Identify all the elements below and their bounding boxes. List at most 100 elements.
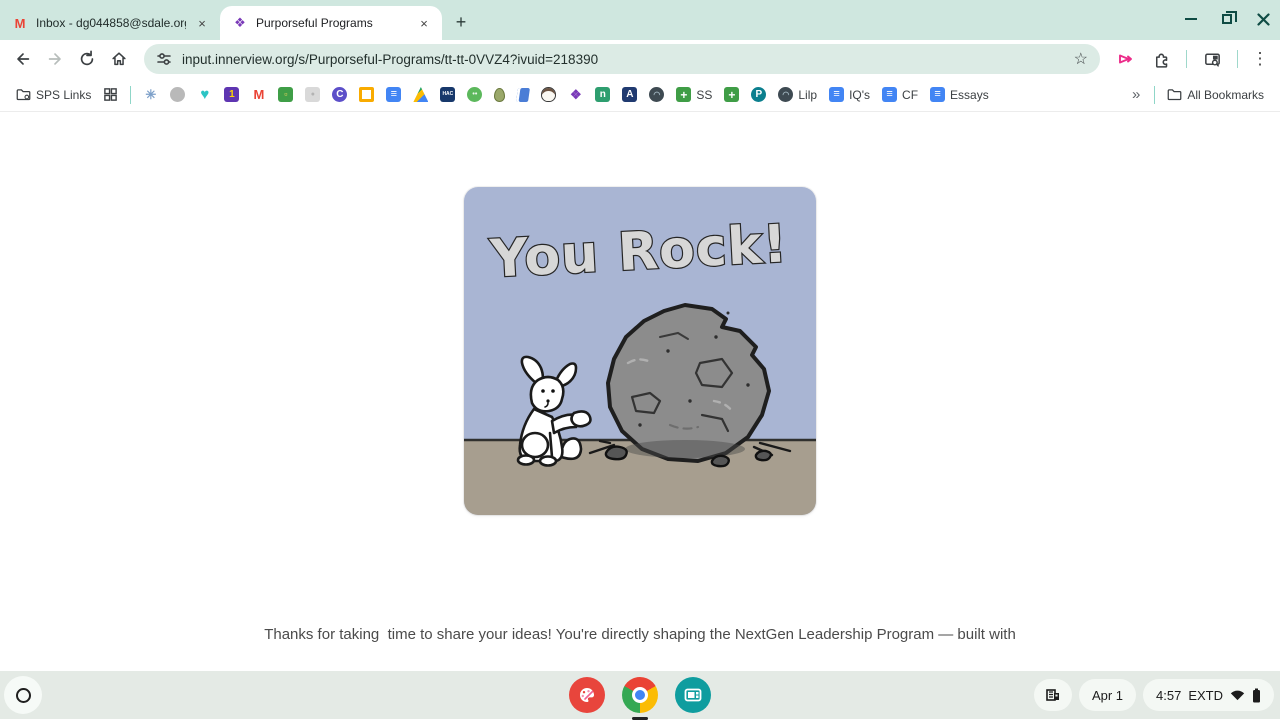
restore-icon[interactable]: [1220, 11, 1237, 26]
google-drive-icon: [413, 87, 429, 102]
tab-gmail-inbox[interactable]: M Inbox - dg044858@sdale.org - ×: [0, 6, 220, 40]
bookmark-doc-cf[interactable]: ≡ CF: [876, 84, 924, 105]
doc-essays-icon: ≡: [930, 87, 946, 102]
classroom-icon: ▫: [278, 87, 294, 102]
bookmark-google-drive[interactable]: [407, 84, 434, 105]
bookmark-teal-p[interactable]: P: [745, 84, 772, 105]
bookmark-jersey-one[interactable]: 1: [218, 84, 245, 105]
bookmark-acorn[interactable]: [535, 84, 562, 105]
gmail-icon: M: [14, 15, 26, 31]
firework-tree-icon: ✳: [145, 87, 157, 102]
gray-app-icon: ●: [305, 87, 321, 102]
blue-doc-icon: ≡: [386, 87, 402, 102]
globe-lilp-icon: ◠: [778, 87, 794, 102]
browser-menu-icon[interactable]: ⋮: [1248, 49, 1272, 69]
network-label: EXTD: [1188, 687, 1223, 703]
blue-book-icon: [516, 87, 531, 102]
you-rock-scene: You Rock!: [464, 187, 816, 515]
bookmark-blue-doc[interactable]: ≡: [380, 84, 407, 105]
yellow-frame-icon: [359, 87, 375, 102]
bookmark-yellow-frame[interactable]: [353, 84, 380, 105]
bookmark-blue-book[interactable]: [511, 85, 535, 105]
navy-academy-icon: A: [622, 87, 638, 102]
bookmark-doc-essays[interactable]: ≡ Essays: [924, 84, 995, 105]
pink-extension-icon[interactable]: [1110, 44, 1140, 74]
tab-title: Inbox - dg044858@sdale.org -: [36, 16, 186, 30]
dark-globe-icon: ◠: [649, 87, 665, 102]
bookmark-navy-academy[interactable]: A: [616, 84, 643, 105]
address-bar[interactable]: input.innerview.org/s/Purporseful-Progra…: [144, 44, 1100, 74]
tab-purporseful-programs[interactable]: ❖ Purporseful Programs ×: [220, 6, 442, 40]
reload-icon[interactable]: [72, 44, 102, 74]
bookmark-green-bird[interactable]: n: [589, 84, 616, 105]
chrome-app-icon[interactable]: [622, 677, 658, 720]
bookmark-green-cross[interactable]: +: [718, 84, 745, 105]
gmail-icon: M: [253, 87, 265, 102]
date-button[interactable]: Apr 1: [1078, 679, 1137, 711]
bookmark-pear-sack[interactable]: [488, 85, 511, 105]
bookmark-folder-sps-links[interactable]: SPS Links: [10, 84, 97, 105]
home-icon[interactable]: [104, 44, 134, 74]
minimize-icon[interactable]: [1184, 12, 1198, 26]
launcher-button[interactable]: [4, 676, 42, 714]
extensions-puzzle-icon[interactable]: [1146, 44, 1176, 74]
doc-cf-icon: ≡: [882, 87, 898, 102]
bookmark-gmail[interactable]: M: [245, 84, 272, 105]
close-window-icon[interactable]: [1256, 12, 1270, 26]
canvas-app-icon[interactable]: [569, 677, 605, 713]
side-panel-search-icon[interactable]: [1197, 44, 1227, 74]
close-tab-icon[interactable]: ×: [194, 15, 210, 31]
bookmark-hac[interactable]: HAC: [434, 84, 461, 105]
bookmark-innerview-paw[interactable]: ❖: [562, 84, 589, 105]
battery-icon: [1253, 688, 1260, 702]
folder-icon: [1167, 87, 1182, 102]
page-content: You Rock! Thanks for taking time to shar…: [0, 112, 1280, 702]
chromeos-shelf: Apr 1 4:57 EXTD: [0, 671, 1280, 720]
acorn-icon: [541, 87, 557, 102]
jersey-one-icon: 1: [224, 87, 240, 102]
bookmark-classroom[interactable]: ▫: [272, 84, 299, 105]
bookmark-globe-lilp[interactable]: ◠ Lilp: [772, 84, 823, 105]
url-text[interactable]: input.innerview.org/s/Purporseful-Progra…: [182, 52, 1064, 67]
back-icon[interactable]: [8, 44, 38, 74]
forward-icon[interactable]: [40, 44, 70, 74]
bookmark-teal-heart[interactable]: ♥: [191, 84, 218, 105]
time-text: 4:57: [1156, 687, 1182, 703]
toolbar-actions: ⋮: [1110, 44, 1272, 74]
bookmark-green-cross-ss[interactable]: + SS: [670, 84, 718, 105]
apps-grid-icon: [103, 87, 118, 102]
status-area-button[interactable]: 4:57 EXTD: [1143, 679, 1274, 711]
toolbar-separator: [1237, 50, 1238, 68]
green-cross-icon: +: [724, 87, 740, 102]
bookmark-dark-globe[interactable]: ◠: [643, 84, 670, 105]
teal-p-icon: P: [751, 87, 767, 102]
close-tab-icon[interactable]: ×: [416, 15, 432, 31]
bookmark-apps-grid[interactable]: [97, 84, 124, 105]
bookmark-firework-tree[interactable]: ✳: [137, 84, 164, 105]
bookmark-gray-circle[interactable]: [164, 84, 191, 105]
new-tab-button[interactable]: +: [448, 9, 474, 35]
all-bookmarks-button[interactable]: All Bookmarks: [1161, 84, 1270, 105]
bookmark-star-icon[interactable]: ☆: [1074, 49, 1088, 69]
bookmarks-separator: [1154, 85, 1156, 104]
pear-sack-icon: [494, 87, 506, 102]
site-settings-icon[interactable]: [156, 51, 172, 67]
wifi-icon: [1230, 690, 1245, 701]
bookmark-items: ✳ ♥ 1 M ▫ ● C ≡ HAC •• ❖ n A ◠ + SS + P ◠ Lilp ≡ IQ's ≡ CF ≡ Essa…: [137, 84, 994, 105]
gray-circle-icon: [170, 87, 186, 102]
bookmark-label: SPS Links: [36, 87, 92, 102]
bookmarks-separator: [130, 85, 132, 104]
bookmark-frog[interactable]: ••: [461, 84, 488, 105]
shelf-apps: [569, 677, 711, 720]
bookmarks-overflow-icon[interactable]: »: [1124, 86, 1148, 103]
building-icon: [1046, 689, 1059, 701]
ime-building-button[interactable]: [1033, 679, 1072, 711]
bookmark-doc-iqs[interactable]: ≡ IQ's: [823, 84, 876, 105]
innerview-paw-icon: ❖: [234, 15, 246, 30]
screencast-app-icon[interactable]: [675, 677, 711, 713]
caption-line-1: Thanks for taking time to share your ide…: [264, 626, 1016, 643]
innerview-paw-icon: ❖: [570, 87, 582, 102]
bookmark-gray-app[interactable]: ●: [299, 84, 326, 105]
hac-icon: HAC: [440, 87, 456, 102]
bookmark-clever-c[interactable]: C: [326, 84, 353, 105]
